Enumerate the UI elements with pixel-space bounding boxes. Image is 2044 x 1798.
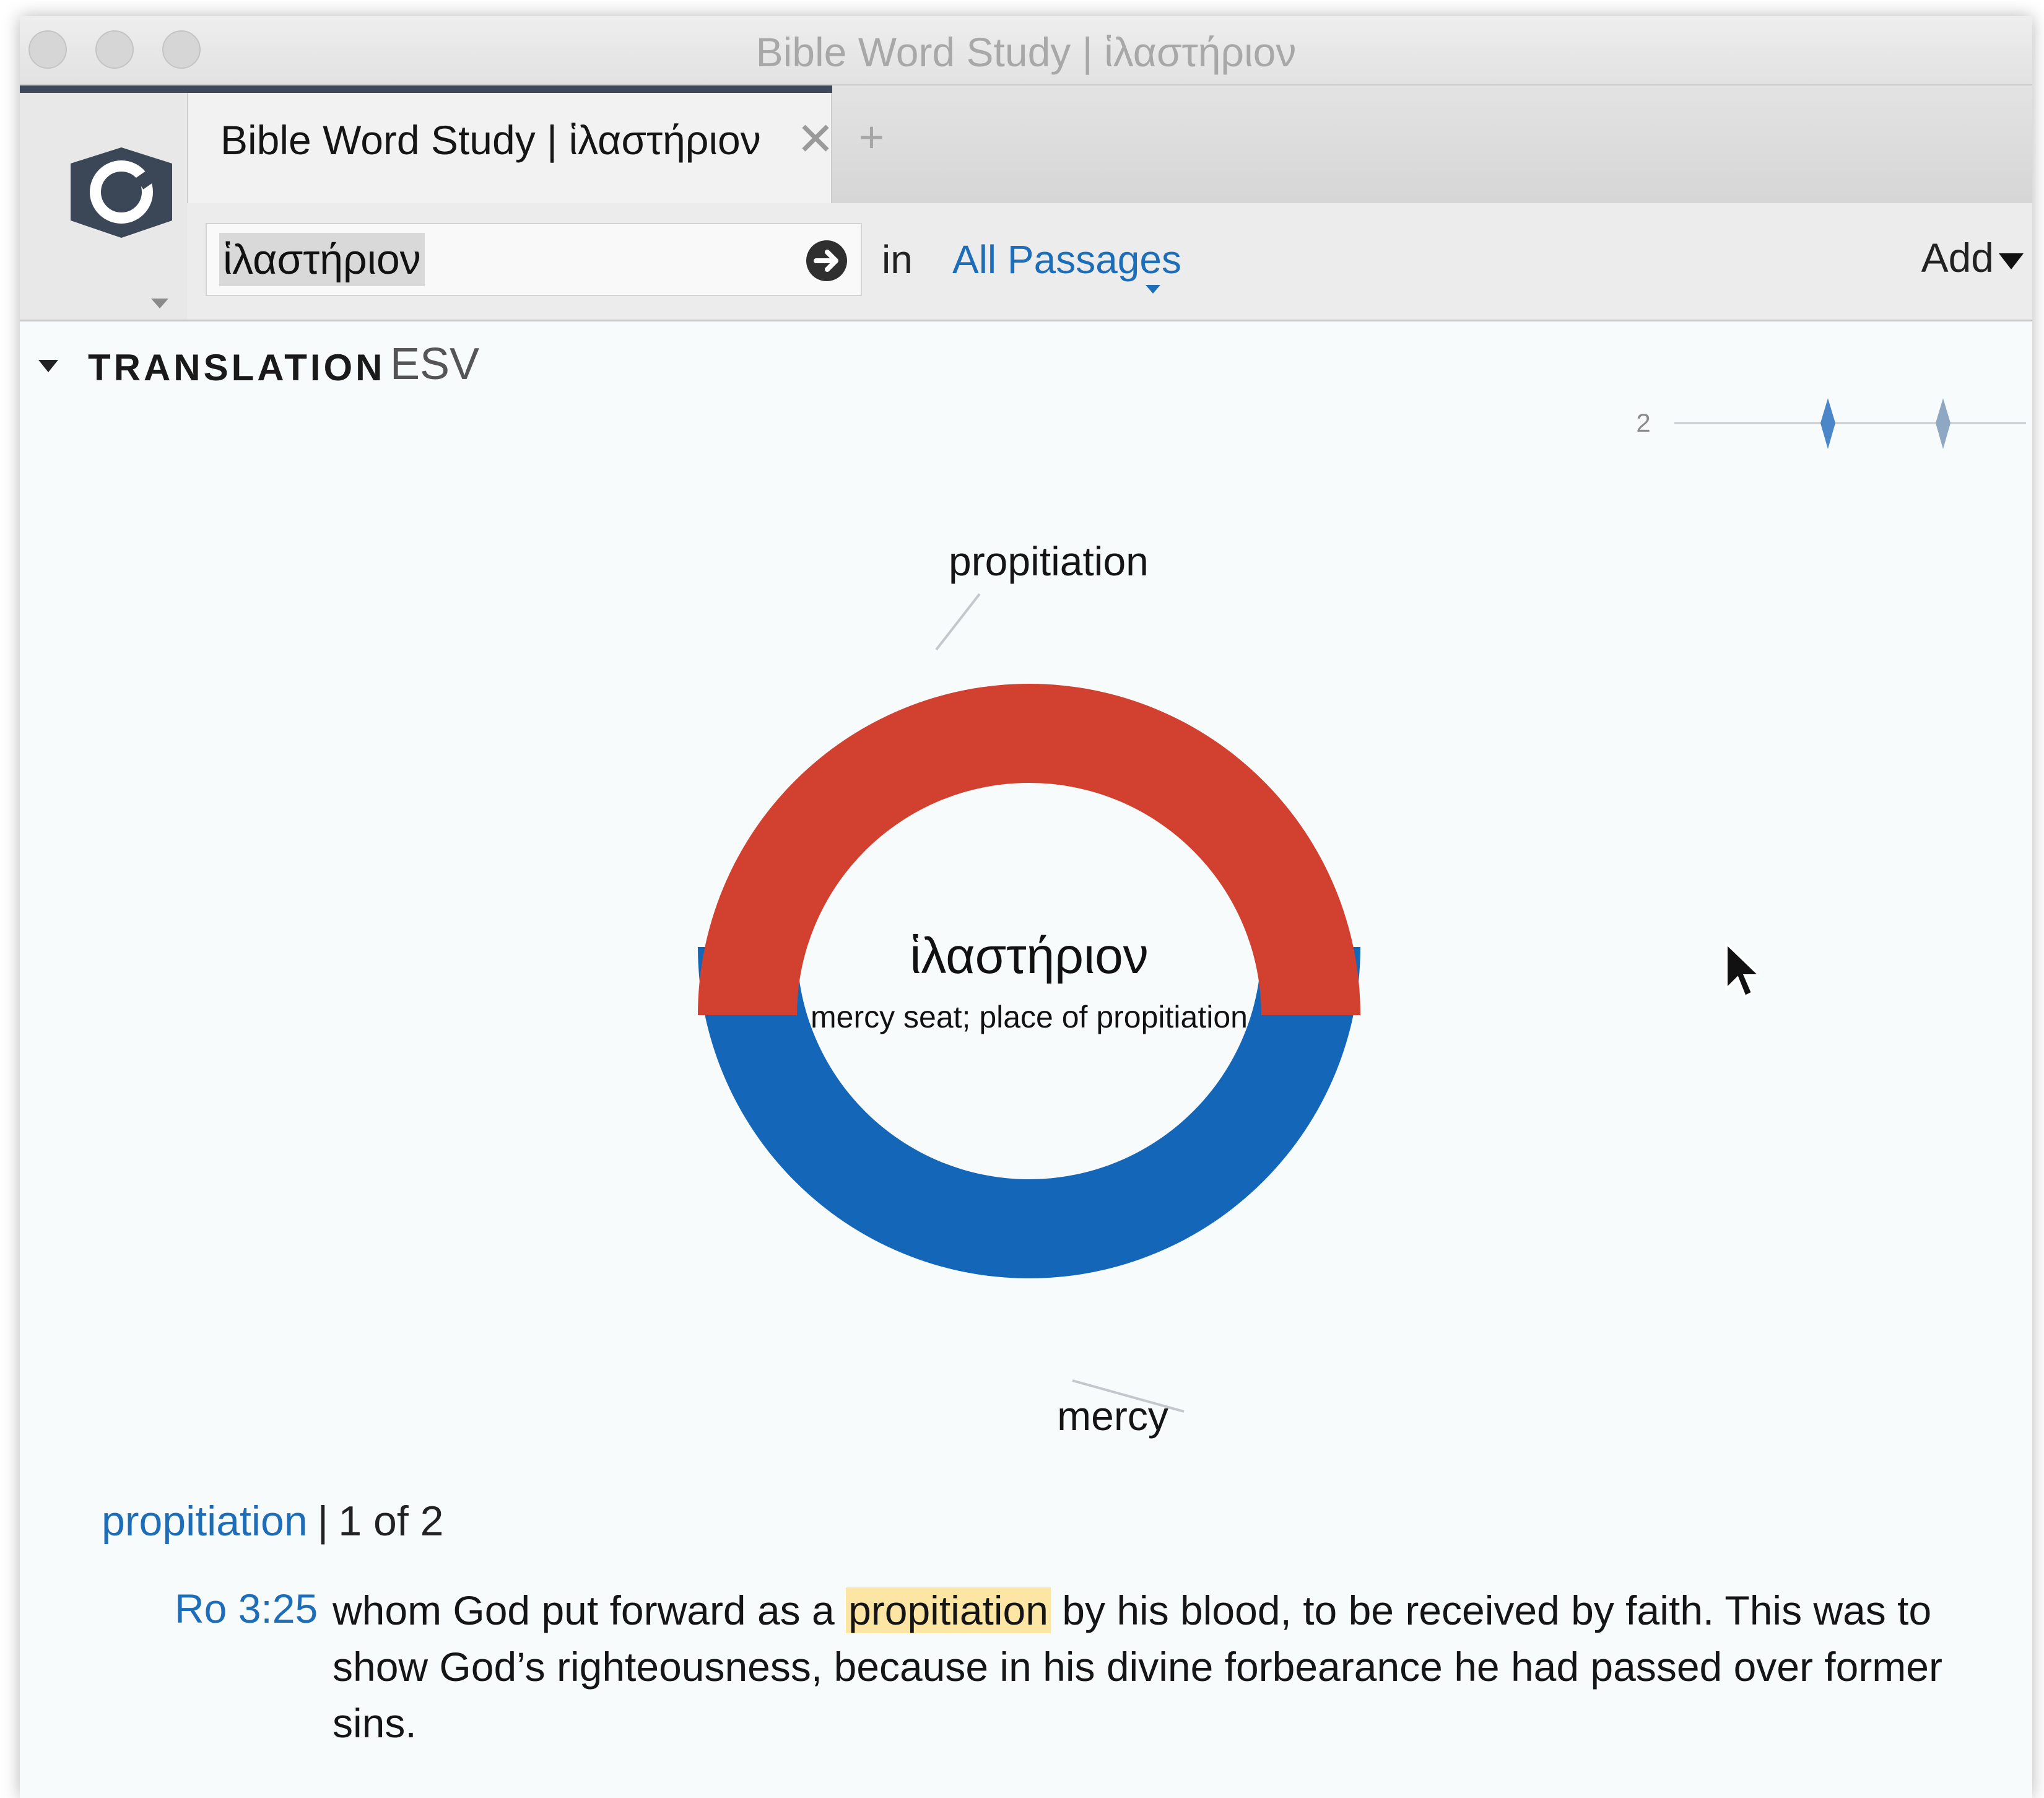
minimap-marker[interactable] xyxy=(1936,398,1950,449)
title-bar: Bible Word Study | ἱλαστήριον xyxy=(20,16,2032,85)
caret-down-icon xyxy=(1146,285,1160,294)
search-value: ἱλαστήριον xyxy=(219,233,425,286)
tab-label: Bible Word Study | ἱλαστήριον xyxy=(220,117,761,163)
in-label: in xyxy=(882,237,913,282)
app-menu-button[interactable] xyxy=(20,93,187,320)
tab-bible-word-study[interactable]: Bible Word Study | ἱλαστήριον ✕ xyxy=(187,93,835,203)
results-word-link[interactable]: propitiation xyxy=(102,1498,308,1545)
search-row: ἱλαστήριον in All Passages Add xyxy=(187,203,2032,320)
main-content: TRANSLATION ESV 2 propitiation mercy ἱλαστ… xyxy=(20,321,2032,1798)
mouse-pointer-icon xyxy=(1725,941,1760,998)
plus-icon[interactable]: + xyxy=(859,115,884,159)
translation-donut-chart: propitiation mercy ἱλαστήριον mercy seat; p… xyxy=(698,538,1360,1439)
minimap-count: 2 xyxy=(1636,408,1650,437)
active-tab-indicator xyxy=(20,85,832,93)
distribution-minimap[interactable]: 2 xyxy=(1617,396,2032,452)
results-count: 1 of 2 xyxy=(338,1498,444,1545)
passages-dropdown[interactable]: All Passages xyxy=(952,237,1181,282)
results-separator: | xyxy=(317,1498,329,1545)
close-icon[interactable]: ✕ xyxy=(796,116,835,162)
donut-center-title: ἱλαστήριον xyxy=(910,928,1148,984)
verse-highlight[interactable]: propitiation xyxy=(846,1587,1051,1633)
chevron-down-icon xyxy=(151,299,168,308)
label-leader-line xyxy=(935,593,981,651)
results-heading: propitiation | 1 of 2 xyxy=(102,1497,443,1545)
verse-reference-link[interactable]: Ro 3:25 xyxy=(175,1585,318,1632)
donut-label-propitiation[interactable]: propitiation xyxy=(949,538,1149,584)
search-input[interactable]: ἱλαστήριον xyxy=(206,223,862,296)
caret-down-icon xyxy=(1999,253,2024,269)
add-button[interactable]: Add xyxy=(1921,234,2024,281)
verse-text: whom God put forward as a propitiation b… xyxy=(333,1582,1955,1752)
disclosure-triangle-icon[interactable] xyxy=(38,360,58,372)
arrow-right-circle-icon[interactable] xyxy=(806,240,847,281)
verse-text-before: whom God put forward as a xyxy=(333,1587,846,1633)
donut-center-subtitle: mercy seat; place of propitiation xyxy=(811,1000,1248,1034)
window-title: Bible Word Study | ἱλαστήριον xyxy=(755,29,1297,75)
add-label: Add xyxy=(1921,235,1994,281)
section-title: TRANSLATION xyxy=(88,347,386,388)
section-version: ESV xyxy=(390,339,480,389)
toolbar: Bible Word Study | ἱλαστήριον ✕ + ἱλαστή… xyxy=(20,85,2032,321)
minimap-marker[interactable] xyxy=(1820,398,1835,449)
logos-logo-icon xyxy=(71,147,172,238)
app-window: Bible Word Study | ἱλαστήριον Bible Word… xyxy=(20,16,2032,1798)
donut-label-mercy[interactable]: mercy xyxy=(1057,1393,1168,1439)
